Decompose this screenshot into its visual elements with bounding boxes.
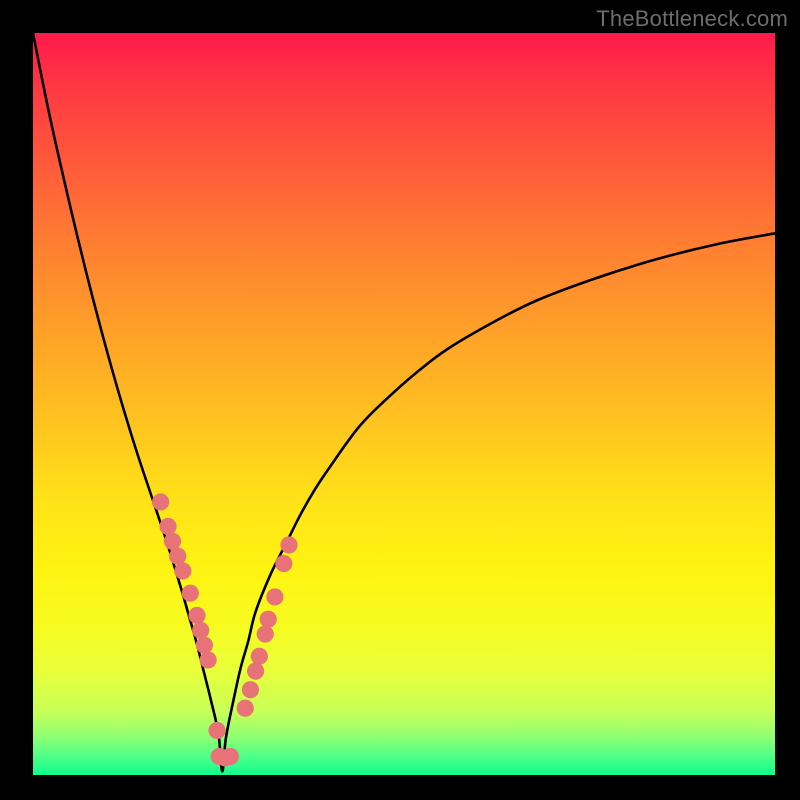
bottleneck-curve xyxy=(33,33,775,771)
data-marker xyxy=(247,663,264,680)
data-marker xyxy=(182,585,199,602)
data-marker xyxy=(260,611,277,628)
data-marker xyxy=(257,625,274,642)
data-marker xyxy=(242,681,259,698)
data-marker xyxy=(159,518,176,535)
chart-svg xyxy=(33,33,775,775)
plot-outer: TheBottleneck.com xyxy=(0,0,800,800)
data-marker xyxy=(251,648,268,665)
plot-area xyxy=(33,33,775,775)
data-marker xyxy=(169,548,186,565)
data-marker xyxy=(188,607,205,624)
data-marker xyxy=(164,533,181,550)
watermark-text: TheBottleneck.com xyxy=(596,6,788,32)
data-marker xyxy=(200,651,217,668)
data-marker xyxy=(275,555,292,572)
data-marker xyxy=(266,588,283,605)
marker-group xyxy=(152,493,298,766)
data-marker xyxy=(192,622,209,639)
data-marker xyxy=(208,722,225,739)
data-marker xyxy=(280,536,297,553)
chart-frame: TheBottleneck.com xyxy=(0,0,800,800)
data-marker xyxy=(222,748,239,765)
data-marker xyxy=(174,562,191,579)
data-marker xyxy=(152,493,169,510)
data-marker xyxy=(196,637,213,654)
data-marker xyxy=(237,700,254,717)
